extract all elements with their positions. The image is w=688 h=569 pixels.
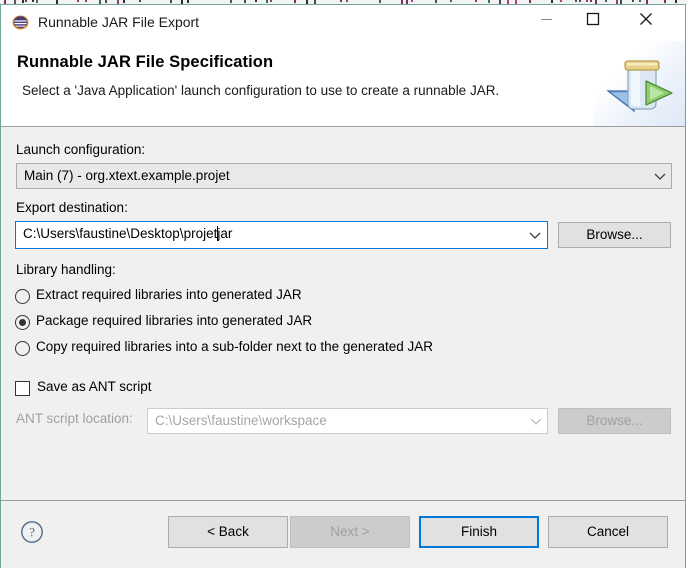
export-destination-value-after-caret: jar	[217, 226, 233, 241]
maximize-icon[interactable]	[570, 5, 616, 35]
svg-text:?: ?	[29, 525, 35, 540]
dialog-footer: ? < Back Next > Finish Cancel	[1, 500, 685, 568]
export-destination-browse-button[interactable]: Browse...	[558, 222, 671, 248]
close-icon[interactable]	[623, 5, 669, 35]
export-destination-label: Export destination:	[16, 200, 128, 215]
ant-script-location-label: ANT script location:	[16, 411, 133, 426]
radio-label: Copy required libraries into a sub-folde…	[36, 339, 433, 354]
launch-configuration-label: Launch configuration:	[16, 142, 146, 157]
chevron-down-icon	[525, 409, 547, 433]
ant-script-browse-button: Browse...	[558, 408, 671, 434]
next-button: Next >	[290, 516, 410, 548]
runnable-jar-icon	[606, 60, 673, 113]
runnable-jar-export-dialog: Runnable JAR File Export Runnable JAR Fi…	[0, 4, 686, 568]
checkbox-indicator	[15, 381, 30, 396]
launch-configuration-value: Main (7) - org.xtext.example.projet	[24, 168, 230, 183]
ant-script-location-combo: C:\Users\faustine\workspace	[147, 408, 548, 434]
back-button[interactable]: < Back	[168, 516, 288, 548]
radio-label: Extract required libraries into generate…	[36, 287, 302, 302]
title-bar[interactable]: Runnable JAR File Export	[1, 5, 685, 41]
library-handling-label: Library handling:	[16, 262, 116, 277]
radio-indicator	[15, 289, 30, 304]
radio-indicator	[15, 341, 30, 356]
eclipse-icon	[12, 14, 29, 31]
window-title: Runnable JAR File Export	[38, 14, 200, 30]
help-question-icon[interactable]: ?	[20, 520, 44, 544]
radio-label: Package required libraries into generate…	[36, 313, 313, 328]
header-banner	[593, 41, 685, 126]
export-destination-value-before-caret: C:\Users\faustine\Desktop\projet	[23, 226, 218, 241]
page-description: Select a 'Java Application' launch confi…	[22, 83, 500, 98]
chevron-down-icon[interactable]	[649, 164, 671, 188]
launch-configuration-combo[interactable]: Main (7) - org.xtext.example.projet	[16, 163, 672, 189]
dialog-body: Launch configuration: Main (7) - org.xte…	[1, 127, 685, 500]
radio-indicator	[15, 315, 30, 330]
page-title: Runnable JAR File Specification	[17, 53, 274, 71]
minimize-icon[interactable]	[524, 5, 570, 35]
export-destination-value: C:\Users\faustine\Desktop\projetjar	[23, 226, 232, 241]
chevron-down-icon[interactable]	[524, 223, 546, 247]
ant-script-location-value: C:\Users\faustine\workspace	[155, 413, 327, 428]
cancel-button[interactable]: Cancel	[548, 516, 668, 548]
checkbox-label: Save as ANT script	[37, 379, 152, 394]
dialog-header: Runnable JAR File Specification Select a…	[1, 41, 685, 127]
finish-button[interactable]: Finish	[419, 516, 539, 548]
radio-selected-dot	[19, 319, 26, 326]
export-destination-combo[interactable]: C:\Users\faustine\Desktop\projetjar	[15, 221, 548, 249]
